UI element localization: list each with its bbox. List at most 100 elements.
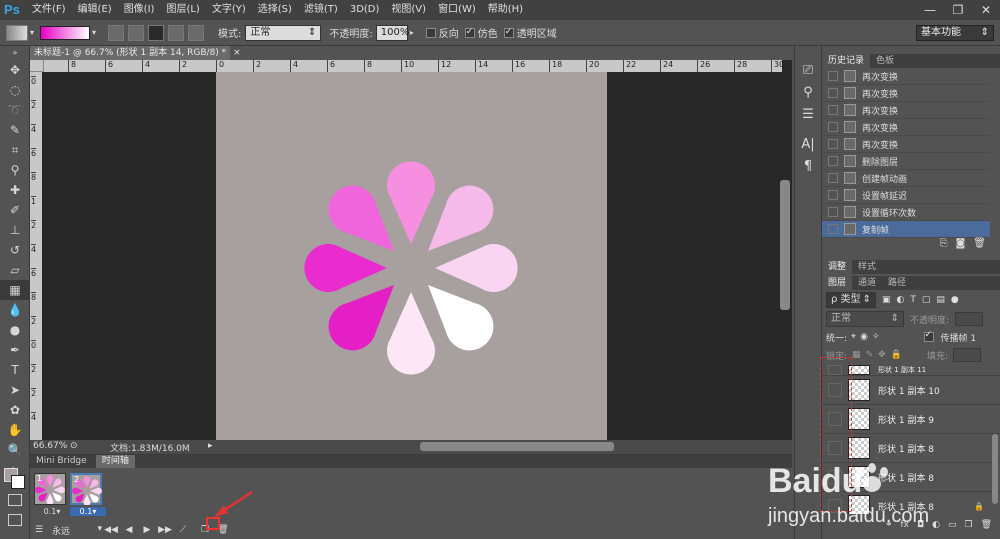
menu-help[interactable]: 帮助(H) (482, 0, 529, 20)
history-item[interactable]: 再次变换 (822, 119, 990, 136)
new-snapshot-icon[interactable]: ◙ (956, 238, 966, 252)
brush-settings-icon[interactable]: ☰ (795, 104, 821, 126)
menu-filter[interactable]: 滤镜(T) (298, 0, 344, 20)
menu-file[interactable]: 文件(F) (26, 0, 72, 20)
transparency-checkbox[interactable] (503, 27, 514, 38)
menu-type[interactable]: 文字(Y) (206, 0, 252, 20)
menu-image[interactable]: 图像(I) (118, 0, 161, 20)
lock-image-icon[interactable]: ✎ (866, 350, 874, 360)
hand-tool-icon[interactable]: ✋ (0, 420, 30, 440)
tab-timeline[interactable]: 时间轴 (95, 455, 135, 468)
history-snapshot-checkbox[interactable] (828, 105, 838, 115)
lock-transparent-icon[interactable]: ▦ (852, 350, 861, 360)
dither-checkbox[interactable] (464, 27, 475, 38)
history-item[interactable]: 再次变换 (822, 68, 990, 85)
close-button[interactable]: ✕ (972, 0, 1000, 20)
delete-layer-icon[interactable]: 🗑 (981, 520, 992, 536)
background-color-swatch[interactable] (11, 475, 25, 489)
eraser-tool-icon[interactable]: ▱ (0, 260, 30, 280)
history-snapshot-checkbox[interactable] (828, 207, 838, 217)
zoom-level[interactable]: 66.67% (33, 441, 67, 451)
menu-select[interactable]: 选择(S) (252, 0, 298, 20)
tab-adjustments[interactable]: 调整 (822, 260, 853, 274)
history-panel-icon[interactable]: ⎚ (795, 60, 821, 82)
reverse-checkbox[interactable] (425, 27, 436, 38)
paragraph-panel-icon[interactable]: ¶ (795, 156, 821, 178)
new-group-icon[interactable]: ▭ (948, 520, 957, 536)
timeline-frame-1[interactable]: 1 0.1▾ (34, 473, 70, 523)
history-snapshot-checkbox[interactable] (828, 173, 838, 183)
brush-tool-icon[interactable]: ✐ (0, 200, 30, 220)
shape-filter-icon[interactable]: ▢ (922, 295, 931, 305)
pen-tool-icon[interactable]: ✒ (0, 340, 30, 360)
history-snapshot-checkbox[interactable] (828, 156, 838, 166)
workspace-switcher[interactable]: 基本功能 ⇕ (916, 25, 994, 41)
menu-view[interactable]: 视图(V) (385, 0, 432, 20)
lock-position-icon[interactable]: ✥ (878, 350, 886, 360)
clone-stamp-tool-icon[interactable]: ⊥ (0, 220, 30, 240)
tween-icon[interactable]: ⟋ (174, 522, 192, 538)
screen-mode-icon[interactable] (8, 514, 22, 526)
tab-mini-bridge[interactable]: Mini Bridge (30, 455, 93, 468)
gradient-tool-preset-icon[interactable] (6, 24, 28, 41)
history-snapshot-checkbox[interactable] (828, 224, 838, 234)
history-snapshot-checkbox[interactable] (828, 139, 838, 149)
history-item[interactable]: 设置循环次数 (822, 204, 990, 221)
play-icon[interactable]: ▶ (138, 522, 156, 538)
angle-gradient-icon[interactable] (148, 24, 165, 41)
timeline-frame-2[interactable]: 2 0.1▾ (70, 473, 106, 523)
previous-frame-icon[interactable]: ◀ (120, 522, 138, 538)
history-snapshot-checkbox[interactable] (828, 122, 838, 132)
crop-tool-icon[interactable]: ⌗ (0, 140, 30, 160)
layer-opacity-input[interactable] (955, 312, 984, 326)
status-info-icon[interactable]: ⊙ (70, 441, 78, 451)
smart-object-filter-icon[interactable]: ▤ (936, 295, 945, 305)
blur-tool-icon[interactable]: 💧 (0, 300, 30, 320)
opacity-chevron-icon[interactable]: ▸ (410, 28, 414, 37)
ruler-origin-corner[interactable] (30, 60, 44, 72)
restore-button[interactable]: ❐ (944, 0, 972, 20)
path-select-tool-icon[interactable]: ➤ (0, 380, 30, 400)
zoom-tool-icon[interactable]: 🔍 (0, 440, 30, 460)
next-frame-icon[interactable]: ▶▶ (156, 522, 174, 538)
history-snapshot-checkbox[interactable] (828, 71, 838, 81)
unify-visibility-icon[interactable]: ◉ (860, 332, 868, 342)
healing-brush-tool-icon[interactable]: ✚ (0, 180, 30, 200)
tool-presets-icon[interactable]: ⚲ (795, 82, 821, 104)
frame-1-delay[interactable]: 0.1▾ (34, 507, 70, 516)
linear-gradient-icon[interactable] (108, 24, 125, 41)
history-item[interactable]: 设置帧延迟 (822, 187, 990, 204)
loop-options-select[interactable]: 永远 ▾ (52, 524, 102, 537)
tab-swatches[interactable]: 色板 (870, 54, 900, 68)
tab-channels[interactable]: 通道 (852, 276, 882, 290)
menu-3d[interactable]: 3D(D) (344, 0, 386, 20)
history-item[interactable]: 再次变换 (822, 136, 990, 153)
frame-2-delay[interactable]: 0.1▾ (70, 507, 106, 516)
unify-style-icon[interactable]: ✧ (872, 332, 880, 342)
preset-dropdown-chevron-icon[interactable]: ▾ (30, 28, 34, 37)
new-layer-icon[interactable]: ❐ (964, 520, 972, 536)
tab-paths[interactable]: 路径 (882, 276, 912, 290)
document-close-icon[interactable]: × (233, 48, 241, 58)
gradient-swatch[interactable] (40, 25, 91, 40)
history-item[interactable]: 再次变换 (822, 102, 990, 119)
menu-window[interactable]: 窗口(W) (432, 0, 482, 20)
new-document-from-state-icon[interactable]: ⎘ (940, 238, 948, 252)
propagate-frame-checkbox[interactable] (923, 332, 934, 342)
gradient-tool-icon[interactable]: ▦ (0, 280, 30, 300)
menu-layer[interactable]: 图层(L) (160, 0, 205, 20)
collapse-toolbox-icon[interactable]: » (0, 46, 30, 60)
diamond-gradient-icon[interactable] (188, 24, 205, 41)
gradient-dropdown-chevron-icon[interactable]: ▾ (92, 28, 96, 37)
lock-all-icon[interactable]: 🔒 (891, 350, 902, 360)
layer-kind-filter[interactable]: ρ 类型 ⇕ (826, 292, 876, 308)
menu-edit[interactable]: 编辑(E) (72, 0, 118, 20)
quick-mask-icon[interactable] (8, 494, 22, 506)
opacity-input[interactable]: 100% (375, 24, 409, 41)
tab-layers[interactable]: 图层 (822, 276, 853, 290)
status-menu-chevron-icon[interactable]: ▸ (208, 441, 213, 451)
vertical-scrollbar[interactable] (780, 180, 790, 310)
history-snapshot-checkbox[interactable] (828, 88, 838, 98)
shape-tool-icon[interactable]: ✿ (0, 400, 30, 420)
dodge-tool-icon[interactable]: ● (0, 320, 30, 340)
